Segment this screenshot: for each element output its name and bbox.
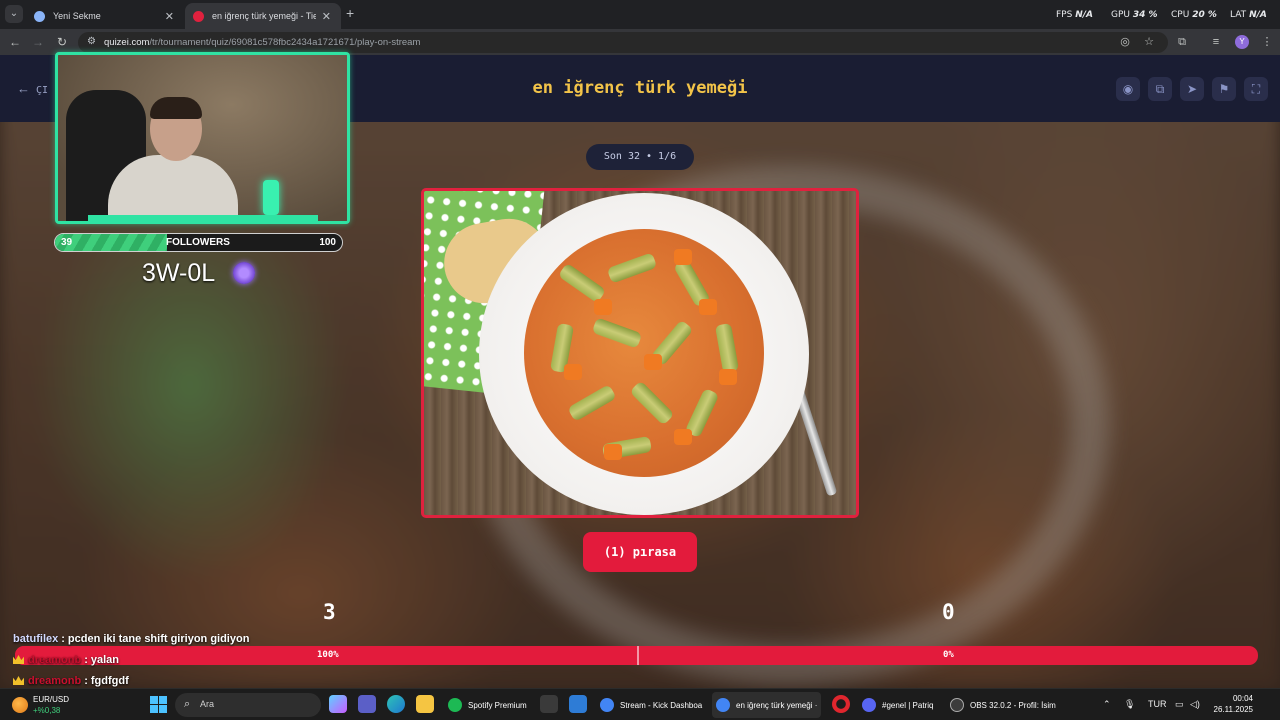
chat-text: fgdfgdf	[90, 674, 129, 687]
reload-icon[interactable]: ↻	[53, 33, 71, 51]
tab-search-button[interactable]: ⌄	[5, 5, 23, 23]
site-info-icon[interactable]: ⚙	[87, 36, 96, 47]
leek-stew	[524, 229, 764, 477]
chat-username: dreamonb	[28, 653, 82, 666]
copy-link-icon[interactable]: ⧉	[1148, 77, 1172, 101]
ticker-value: +%0,38	[33, 706, 61, 715]
perf-fps: FPS N/A	[1056, 10, 1093, 20]
microphone-icon[interactable]: 🎙	[1124, 699, 1135, 710]
tray-chevron-icon[interactable]: ⌃	[1103, 699, 1111, 710]
followers-goal: 100	[319, 237, 336, 248]
more-menu-icon[interactable]: ⋮	[1258, 33, 1276, 51]
taskbar-discord[interactable]: #genel | Patriq	[858, 692, 937, 718]
taskbar-chrome-quiz[interactable]: en iğrenç türk yemeği ·	[712, 692, 822, 718]
search-placeholder: Ara	[200, 699, 215, 709]
desk-lamp	[263, 180, 279, 215]
choice-answer-button[interactable]: (1) pırasa	[583, 532, 697, 572]
store-icon[interactable]	[540, 695, 558, 713]
followers-label: FOLLOWERS	[166, 237, 230, 248]
system-clock[interactable]: 00:04 26.11.2025	[1207, 693, 1253, 715]
crown-icon	[13, 676, 24, 685]
ticker-icon	[12, 697, 28, 713]
back-arrow-icon[interactable]: ←	[6, 33, 24, 51]
chrome-icon	[600, 698, 614, 712]
taskbar-spotify[interactable]: Spotify Premium	[444, 692, 531, 718]
teams-icon[interactable]	[358, 695, 376, 713]
forward-arrow-icon[interactable]: →	[29, 33, 47, 51]
perf-lat: LAT N/A	[1230, 10, 1267, 20]
search-icon: ⌕	[184, 698, 191, 710]
input-language[interactable]: TUR	[1148, 699, 1167, 709]
clock-date: 26.11.2025	[1213, 705, 1253, 714]
share-send-icon[interactable]: ➤	[1180, 77, 1204, 101]
reading-list-icon[interactable]: ≡	[1207, 33, 1225, 51]
streamer-body	[108, 155, 238, 221]
profile-avatar[interactable]: Y	[1235, 35, 1249, 49]
eye-icon[interactable]: ◉	[1116, 77, 1140, 101]
chat-username: batufilex	[13, 632, 59, 645]
followers-goal-bar: 39 FOLLOWERS 100	[54, 233, 343, 252]
report-flag-icon[interactable]: ⚑	[1212, 77, 1236, 101]
win-loss-score: 3W-0L	[142, 259, 216, 287]
followers-current: 39	[61, 237, 73, 248]
fullscreen-icon[interactable]: ⛶	[1244, 77, 1268, 101]
clock-time: 00:04	[1232, 694, 1253, 703]
taskbar-search[interactable]: ⌕ Ara	[175, 693, 321, 717]
tracking-off-icon[interactable]: ◎	[1116, 33, 1134, 51]
webcam-overlay	[55, 52, 350, 224]
tab-label: Yeni Sekme	[53, 11, 101, 21]
chat-text: pcden iki tane shift giriyon gidiyon	[67, 632, 250, 645]
vote-percent-right: 0%	[943, 650, 954, 660]
edge-icon[interactable]	[387, 695, 405, 713]
vote-progress-divider	[636, 646, 639, 665]
extensions-icon[interactable]: ⧉	[1173, 33, 1191, 51]
url-text[interactable]: quizei.com/tr/tournament/quiz/69081c578f…	[104, 37, 420, 48]
vote-count-left: 3	[323, 600, 336, 624]
purple-gem-icon	[233, 262, 255, 284]
tab-quizei[interactable]: en iğrenç türk yemeği - Tier Lis ✕	[185, 3, 341, 29]
opera-icon[interactable]	[832, 695, 850, 713]
close-tab-icon[interactable]: ✕	[165, 10, 174, 23]
spotify-icon	[448, 698, 462, 712]
tab-label: en iğrenç türk yemeği - Tier Lis	[212, 11, 316, 21]
chat-message: batufilex : pcden iki tane shift giriyon…	[13, 632, 250, 645]
ticker-label: EUR/USD	[33, 695, 70, 704]
copilot-icon[interactable]	[329, 695, 347, 713]
discord-icon	[862, 698, 876, 712]
round-indicator: Son 32 • 1/6	[586, 144, 694, 170]
mail-icon[interactable]	[569, 695, 587, 713]
windows-taskbar: EUR/USD +%0,38 ⌕ Ara Spotify Premium Str…	[0, 688, 1280, 720]
new-tab-button[interactable]: +	[346, 5, 354, 21]
tab-strip: ⌄ Yeni Sekme ✕ en iğrenç türk yemeği - T…	[0, 0, 1280, 29]
address-bar[interactable]: ⚙ quizei.com/tr/tournament/quiz/69081c57…	[78, 32, 1168, 53]
webcam-accent-bar	[88, 215, 318, 221]
close-tab-icon[interactable]: ✕	[322, 10, 331, 23]
perf-gpu: GPU 34 %	[1111, 10, 1158, 20]
chat-overlay: batufilex : pcden iki tane shift giriyon…	[13, 628, 533, 691]
chat-username: dreamonb	[28, 674, 82, 687]
perf-cpu: CPU 20 %	[1171, 10, 1217, 20]
vote-count-right: 0	[942, 600, 955, 624]
file-explorer-icon[interactable]	[416, 695, 434, 713]
chrome-icon	[716, 698, 730, 712]
chrome-tab-icon	[34, 10, 45, 22]
choice-image-card[interactable]	[421, 188, 859, 518]
bookmark-star-icon[interactable]: ☆	[1140, 33, 1158, 51]
network-icon[interactable]: ▭	[1175, 699, 1184, 710]
crown-icon	[13, 655, 24, 664]
volume-icon[interactable]: ◁)	[1190, 699, 1200, 710]
windows-start-icon[interactable]	[150, 696, 167, 713]
taskbar-chrome-kick[interactable]: Stream - Kick Dashboa	[596, 692, 706, 718]
chat-text: yalan	[90, 653, 119, 666]
chat-message: dreamonb : yalan	[13, 649, 533, 670]
obs-icon	[950, 698, 964, 712]
quizei-tab-icon	[193, 10, 204, 22]
tab-new-tab[interactable]: Yeni Sekme ✕	[26, 3, 184, 29]
taskbar-obs[interactable]: OBS 32.0.2 - Profil: İsim	[946, 692, 1060, 718]
